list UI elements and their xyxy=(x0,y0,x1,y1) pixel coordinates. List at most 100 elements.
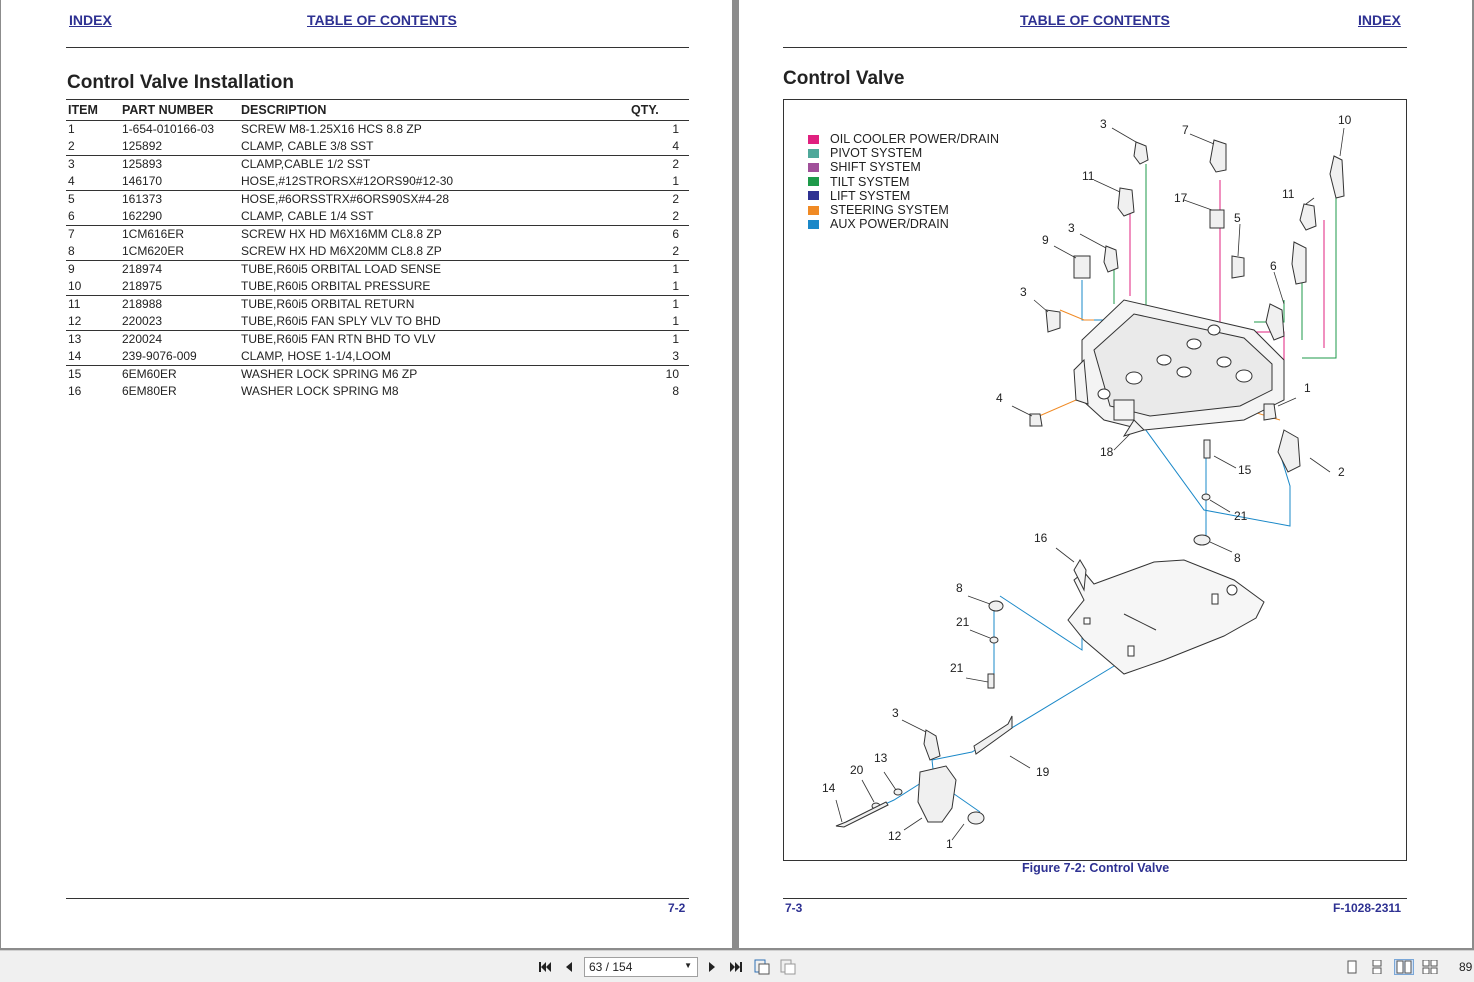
cell-item: 12 xyxy=(68,314,82,328)
page-number: 7-3 xyxy=(785,901,803,915)
callout-label: 1 xyxy=(946,837,953,851)
col-qty: QTY. xyxy=(629,99,689,121)
callout-label: 14 xyxy=(822,781,836,795)
cell-item: 3 xyxy=(66,155,120,173)
index-link[interactable]: INDEX xyxy=(69,12,112,28)
cell-part-number: 220024 xyxy=(120,330,239,348)
footer-rule xyxy=(66,898,689,899)
two-page-view-icon[interactable] xyxy=(1394,959,1414,975)
cell-part-number: 239-9076-009 xyxy=(122,349,197,363)
cell-description: CLAMP, HOSE 1-1/4,LOOM xyxy=(241,349,391,363)
cell-description: SCREW HX HD M6X16MM CL8.8 ZP xyxy=(239,225,629,243)
col-part-number: PART NUMBER xyxy=(120,99,239,121)
callout-label: 17 xyxy=(1174,191,1188,205)
table-row: 6 162290 CLAMP, CABLE 1/4 SST 2 xyxy=(66,208,689,226)
toc-link[interactable]: TABLE OF CONTENTS xyxy=(1020,12,1170,28)
cell-description: TUBE,R60i5 ORBITAL LOAD SENSE xyxy=(239,260,629,278)
cell-part-number: 1CM620ER xyxy=(122,244,185,258)
go-back-icon[interactable] xyxy=(754,959,770,975)
header-rule xyxy=(783,47,1407,48)
callout-label: 3 xyxy=(1068,221,1075,235)
cell-item: 11 xyxy=(66,295,120,313)
cell-part-number: 146170 xyxy=(122,174,163,188)
callout-label: 8 xyxy=(956,581,963,595)
cell-description: SCREW HX HD M6X20MM CL8.8 ZP xyxy=(241,244,442,258)
last-page-icon[interactable] xyxy=(728,959,744,975)
table-row: 13 220024 TUBE,R60i5 FAN RTN BHD TO VLV 1 xyxy=(66,330,689,348)
cell-description: HOSE,#12STRORSX#12ORS90#12-30 xyxy=(241,174,454,188)
two-page-continuous-icon[interactable] xyxy=(1422,959,1438,975)
callout-label: 3 xyxy=(892,706,899,720)
next-page-icon[interactable] xyxy=(704,959,720,975)
figure-caption: Figure 7-2: Control Valve xyxy=(1022,861,1170,875)
cell-part-number: 161373 xyxy=(120,190,239,208)
cell-qty: 10 xyxy=(629,365,689,383)
cell-item: 2 xyxy=(68,139,75,153)
table-row: 2 125892 CLAMP, CABLE 3/8 SST 4 xyxy=(66,138,689,156)
table-row: 11 218988 TUBE,R60i5 ORBITAL RETURN 1 xyxy=(66,295,689,313)
cell-part-number: 218988 xyxy=(120,295,239,313)
page-number-value: 63 / 154 xyxy=(589,960,633,974)
page-number-input[interactable]: 63 / 154 ▼ xyxy=(584,957,698,977)
cell-item: 6 xyxy=(68,209,75,223)
first-page-icon[interactable] xyxy=(537,959,553,975)
callout-label: 2 xyxy=(1338,465,1345,479)
cell-description: TUBE,R60i5 ORBITAL PRESSURE xyxy=(241,279,431,293)
table-row: 1 1-654-010166-03 SCREW M8-1.25X16 HCS 8.8… xyxy=(66,121,689,139)
continuous-view-icon[interactable] xyxy=(1369,959,1385,975)
single-page-view-icon[interactable] xyxy=(1344,959,1360,975)
go-forward-icon[interactable] xyxy=(780,959,796,975)
col-description: DESCRIPTION xyxy=(239,99,629,121)
cell-qty: 6 xyxy=(629,225,689,243)
cell-part-number: 125892 xyxy=(122,139,163,153)
cell-qty: 8 xyxy=(672,384,679,399)
callout-label: 19 xyxy=(1036,765,1050,779)
index-link[interactable]: INDEX xyxy=(1358,12,1401,28)
cell-part-number: 6EM80ER xyxy=(122,384,177,399)
cell-part-number: 6EM60ER xyxy=(120,365,239,383)
page-title: Control Valve xyxy=(783,68,905,89)
cell-item: 15 xyxy=(66,365,120,383)
page-title: Control Valve Installation xyxy=(67,72,294,93)
cell-part-number: 1-654-010166-03 xyxy=(122,122,215,136)
cell-part-number: 125893 xyxy=(120,155,239,173)
table-row: 3 125893 CLAMP,CABLE 1/2 SST 2 xyxy=(66,155,689,173)
cell-part-number: 220023 xyxy=(122,314,163,328)
cell-description: CLAMP, CABLE 3/8 SST xyxy=(241,139,374,153)
cell-item: 4 xyxy=(68,174,75,188)
previous-page-icon[interactable] xyxy=(561,959,577,975)
callout-label: 21 xyxy=(956,615,970,629)
callout-label: 4 xyxy=(996,391,1003,405)
cell-description: CLAMP, CABLE 1/4 SST xyxy=(241,209,374,223)
page-number: 7-2 xyxy=(668,901,686,915)
cell-qty: 1 xyxy=(629,260,689,278)
cell-qty: 1 xyxy=(629,295,689,313)
mounting-plate xyxy=(1067,559,1265,675)
cell-item: 14 xyxy=(68,349,82,363)
table-row: 16 6EM80ER WASHER LOCK SPRING M8 8 xyxy=(66,383,689,400)
page-left: INDEX TABLE OF CONTENTS Control Valve In… xyxy=(1,0,732,948)
cell-qty: 2 xyxy=(629,155,689,173)
toc-link[interactable]: TABLE OF CONTENTS xyxy=(307,12,457,28)
chevron-down-icon[interactable]: ▼ xyxy=(684,961,692,970)
cell-description: TUBE,R60i5 ORBITAL RETURN xyxy=(239,295,629,313)
cell-description: WASHER LOCK SPRING M8 xyxy=(241,384,399,399)
zoom-level[interactable]: 89 xyxy=(1459,960,1472,974)
cell-part-number: 162290 xyxy=(122,209,163,223)
cell-description: WASHER LOCK SPRING M6 ZP xyxy=(239,365,629,383)
callout-label: 9 xyxy=(1042,233,1049,247)
table-row: 8 1CM620ER SCREW HX HD M6X20MM CL8.8 ZP 2 xyxy=(66,243,689,261)
callout-label: 21 xyxy=(1234,509,1248,523)
col-item: ITEM xyxy=(66,99,120,121)
cell-item: 10 xyxy=(68,279,82,293)
callout-label: 3 xyxy=(1020,285,1027,299)
viewer-toolbar: 63 / 154 ▼ 89 xyxy=(0,950,1474,982)
callout-label: 1 xyxy=(1304,381,1311,395)
cell-qty: 3 xyxy=(672,349,679,363)
callout-label: 8 xyxy=(1234,551,1241,565)
callout-label: 3 xyxy=(1100,117,1107,131)
callout-label: 11 xyxy=(1282,187,1295,201)
cell-item: 1 xyxy=(68,122,75,136)
callout-label: 20 xyxy=(850,763,864,777)
cell-qty: 2 xyxy=(672,209,679,223)
